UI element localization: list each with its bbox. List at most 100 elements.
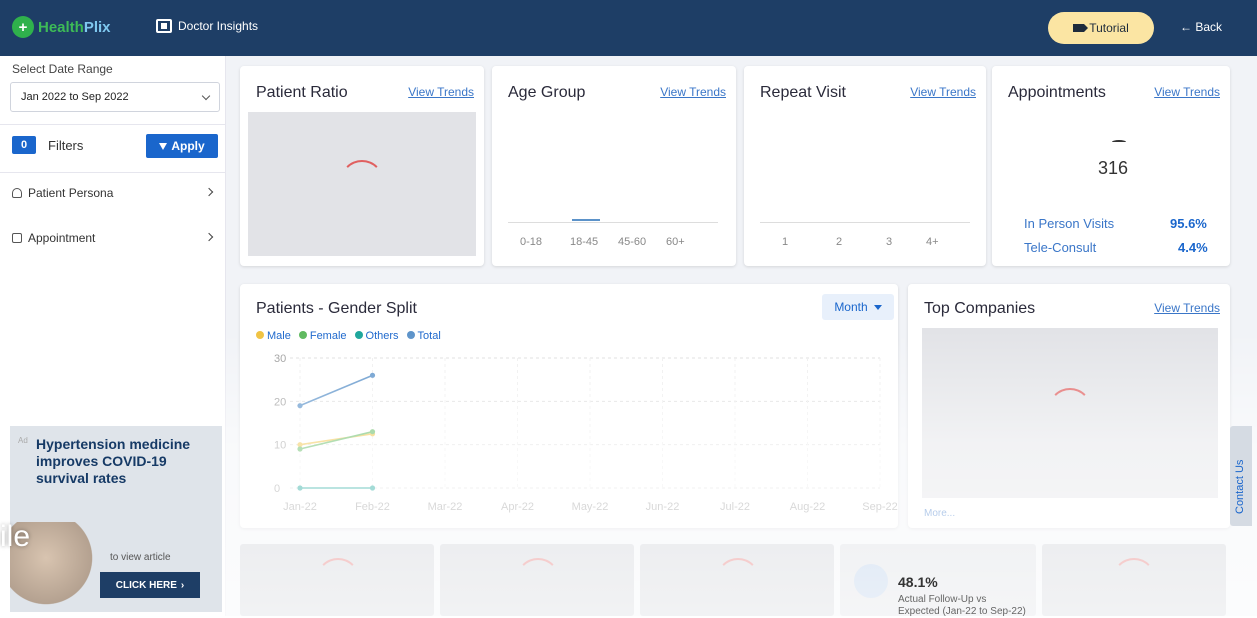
ad-subtext: to view article [110,552,171,563]
logo-text-plix: Plix [83,18,111,36]
legend-item[interactable]: Male [256,330,291,342]
y-tick-label: 10 [274,440,286,452]
legend-label: Others [365,330,399,342]
chevron-right-icon [204,187,214,197]
legend-label: Female [309,330,347,342]
appointments-card: Appointments View Trends 316 In Person V… [992,66,1230,266]
sidebar-item-appointment[interactable]: Appointment [12,231,214,245]
date-range-value: Jan 2022 to Sep 2022 [21,91,129,103]
chart-placeholder [248,112,476,256]
loading-spinner-icon [1112,558,1156,602]
ad-headline: Hypertension medicine improves COVID-19 … [36,436,191,486]
gender-split-chart: 0 10 20 30 Jan-22 Feb-22 Mar-22 Apr-22 May-22 Jun… [274,353,898,513]
summary-card [440,544,634,616]
divider [0,124,226,125]
tick-label: 2 [836,236,843,248]
x-axis [760,222,970,223]
filter-icon [159,142,168,150]
apply-button[interactable]: Apply [146,134,218,158]
period-dropdown[interactable]: Month [822,294,894,320]
view-trends-link[interactable]: View Trends [910,85,976,99]
x-tick-label: Apr-22 [501,501,534,513]
apply-label: Apply [171,139,205,153]
tele-consult-value: 4.4% [1178,240,1208,255]
data-point [369,372,376,378]
briefcase-icon [156,19,172,33]
legend-dot-icon [406,331,415,339]
plus-icon: + [12,16,34,38]
tele-consult-label: Tele-Consult [1024,240,1097,255]
contact-us-label: Contact Us [1234,459,1246,514]
followup-text: Actual Follow-Up vs Expected (Jan-22 to … [898,594,1026,617]
legend-dot-icon [354,331,363,339]
series-line [299,430,373,450]
legend-label: Male [267,330,291,342]
contact-us-tab[interactable]: Contact Us [1230,426,1252,526]
legend-item[interactable]: Total [406,330,441,342]
x-tick-label: Sep-22 [862,501,897,513]
more-link[interactable]: More... [924,508,955,519]
y-tick-label: 30 [274,353,286,365]
appointments-total: 316 [1098,158,1129,178]
bar [572,219,600,221]
repeat-visit-card: Repeat Visit View Trends 1 2 3 4+ [744,66,986,266]
calendar-icon [12,233,22,243]
ad-banner[interactable]: Ad Hypertension medicine improves COVID-… [10,426,222,612]
age-group-card: Age Group View Trends 0-18 18-45 45-60 6… [492,66,736,266]
view-trends-link[interactable]: View Trends [1154,85,1220,99]
sidebar-item-patient-persona[interactable]: Patient Persona [12,186,214,200]
card-title: Age Group [508,84,586,101]
doctor-insights-nav[interactable]: Doctor Insights [156,19,258,33]
logo-text-health: Health [38,18,84,36]
card-title: Repeat Visit [760,84,846,101]
legend-item[interactable]: Female [298,330,347,342]
tick-label: 3 [886,236,893,248]
followup-value: 48.1% [898,574,938,590]
data-point [297,403,303,409]
tick-label: 0-18 [520,236,543,248]
date-range-select[interactable]: Jan 2022 to Sep 2022 [10,82,220,112]
data-point [369,429,376,435]
view-trends-link[interactable]: View Trends [408,85,474,99]
tutorial-label: Tutorial [1089,21,1129,35]
loading-spinner-icon [716,558,760,602]
summary-card [240,544,434,616]
divider [0,172,226,173]
card-title: Appointments [1008,84,1106,101]
data-point [297,446,303,452]
series-line [299,374,373,407]
card-title: Top Companies [924,300,1036,317]
x-tick-label: Jan-22 [283,501,317,513]
donut-chart [854,564,888,598]
ad-click-here-button[interactable]: CLICK HERE › [100,572,200,598]
view-trends-link[interactable]: View Trends [660,85,726,99]
healthplix-logo[interactable]: + Health Plix [12,16,111,38]
data-point [297,485,303,491]
loading-spinner-icon [516,558,560,602]
loading-spinner-icon [1048,388,1092,432]
legend-item[interactable]: Others [354,330,399,342]
x-axis [508,222,718,223]
loading-arc-icon [1112,140,1126,144]
period-label: Month [834,300,868,314]
x-tick-label: Mar-22 [428,501,463,513]
back-button[interactable]: ← Back [1180,20,1222,34]
caret-down-icon [873,304,882,310]
patient-ratio-card: Patient Ratio View Trends [240,66,484,266]
view-trends-link[interactable]: View Trends [1154,301,1220,315]
tutorial-button[interactable]: Tutorial [1048,12,1154,44]
sidebar-item-label: Patient Persona [28,186,114,200]
loading-spinner-icon [340,160,384,204]
dashboard-main: Patient Ratio View Trends Age Group View… [226,56,1257,616]
chevron-right-icon [204,232,214,242]
chevron-right-icon: › [180,579,185,591]
tick-label: 60+ [666,236,685,248]
data-point [369,485,376,491]
in-person-value: 95.6% [1170,216,1207,231]
legend-dot-icon [256,331,264,339]
legend-label: Total [417,330,441,342]
y-tick-label: 20 [274,396,286,408]
y-tick-label: 0 [274,483,280,495]
section-label: Doctor Insights [178,19,259,33]
card-title: Patient Ratio [256,84,348,101]
